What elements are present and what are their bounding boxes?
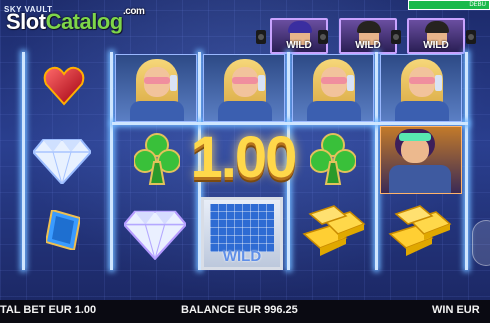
symbol-woman-blonde (115, 54, 197, 122)
glasses-icon (321, 77, 347, 84)
debug-badge[interactable]: DEBU (408, 0, 490, 10)
character-hair (288, 21, 312, 33)
top-wild-card-3: WILD (407, 18, 465, 54)
body (389, 165, 451, 193)
reel-divider (110, 52, 113, 270)
speaker-icon (466, 30, 476, 44)
info-bar: TAL BET EUR 1.00 BALANCE EUR 996.25 WIN … (0, 300, 490, 323)
game-stage: SKY VAULT SlotCatalog .com DEBU WILD WIL… (0, 0, 490, 323)
gold-bars-icon (302, 205, 366, 256)
diamond-icon (33, 139, 91, 184)
wild-label: WILD (423, 40, 449, 51)
glasses-icon (144, 77, 170, 84)
speaker-icon (391, 30, 401, 44)
reel-divider (465, 52, 468, 270)
blueprint-grid (210, 204, 274, 252)
phone-icon (258, 75, 265, 91)
logo-domain: .com (123, 6, 145, 17)
glasses-icon (232, 77, 258, 84)
top-wild-card-2: WILD (339, 18, 397, 54)
gold-bars-icon (388, 205, 452, 256)
balance-label: BALANCE EUR 996.25 (181, 304, 298, 316)
logo-slot: Slot (6, 9, 46, 34)
phone-icon (347, 75, 354, 91)
reel-divider (375, 52, 378, 270)
wild-label: WILD (355, 40, 381, 51)
symbol-woman-blonde (380, 54, 462, 122)
character-hair (357, 21, 381, 33)
ruby-heart-icon (43, 66, 85, 106)
symbol-woman-goggles (380, 126, 462, 194)
body (307, 101, 361, 121)
spin-button[interactable] (472, 220, 490, 266)
total-bet-label: TAL BET EUR 1.00 (0, 304, 97, 316)
blueprint-wild-symbol: WILD (201, 197, 283, 270)
phone-icon (435, 75, 442, 91)
speaker-icon (256, 30, 266, 44)
blue-gem-icon (46, 210, 80, 250)
character-hair (425, 21, 449, 33)
body (130, 101, 184, 121)
diamond-icon (124, 210, 186, 260)
body (395, 101, 449, 121)
glasses-icon (409, 77, 435, 84)
phone-icon (170, 75, 177, 91)
goggles-icon (399, 133, 431, 141)
speaker-icon (318, 30, 328, 44)
slotcatalog-logo: SlotCatalog .com (6, 6, 145, 35)
symbol-woman-blonde (292, 54, 374, 122)
logo-catalog: Catalog (45, 9, 124, 34)
symbol-woman-blonde (203, 54, 285, 122)
reel-divider (22, 52, 25, 270)
win-amount-display: 1.00 (190, 125, 298, 190)
win-label: WIN EUR (432, 304, 480, 316)
body (218, 101, 272, 121)
blueprint-wild-label: WILD (222, 248, 262, 265)
